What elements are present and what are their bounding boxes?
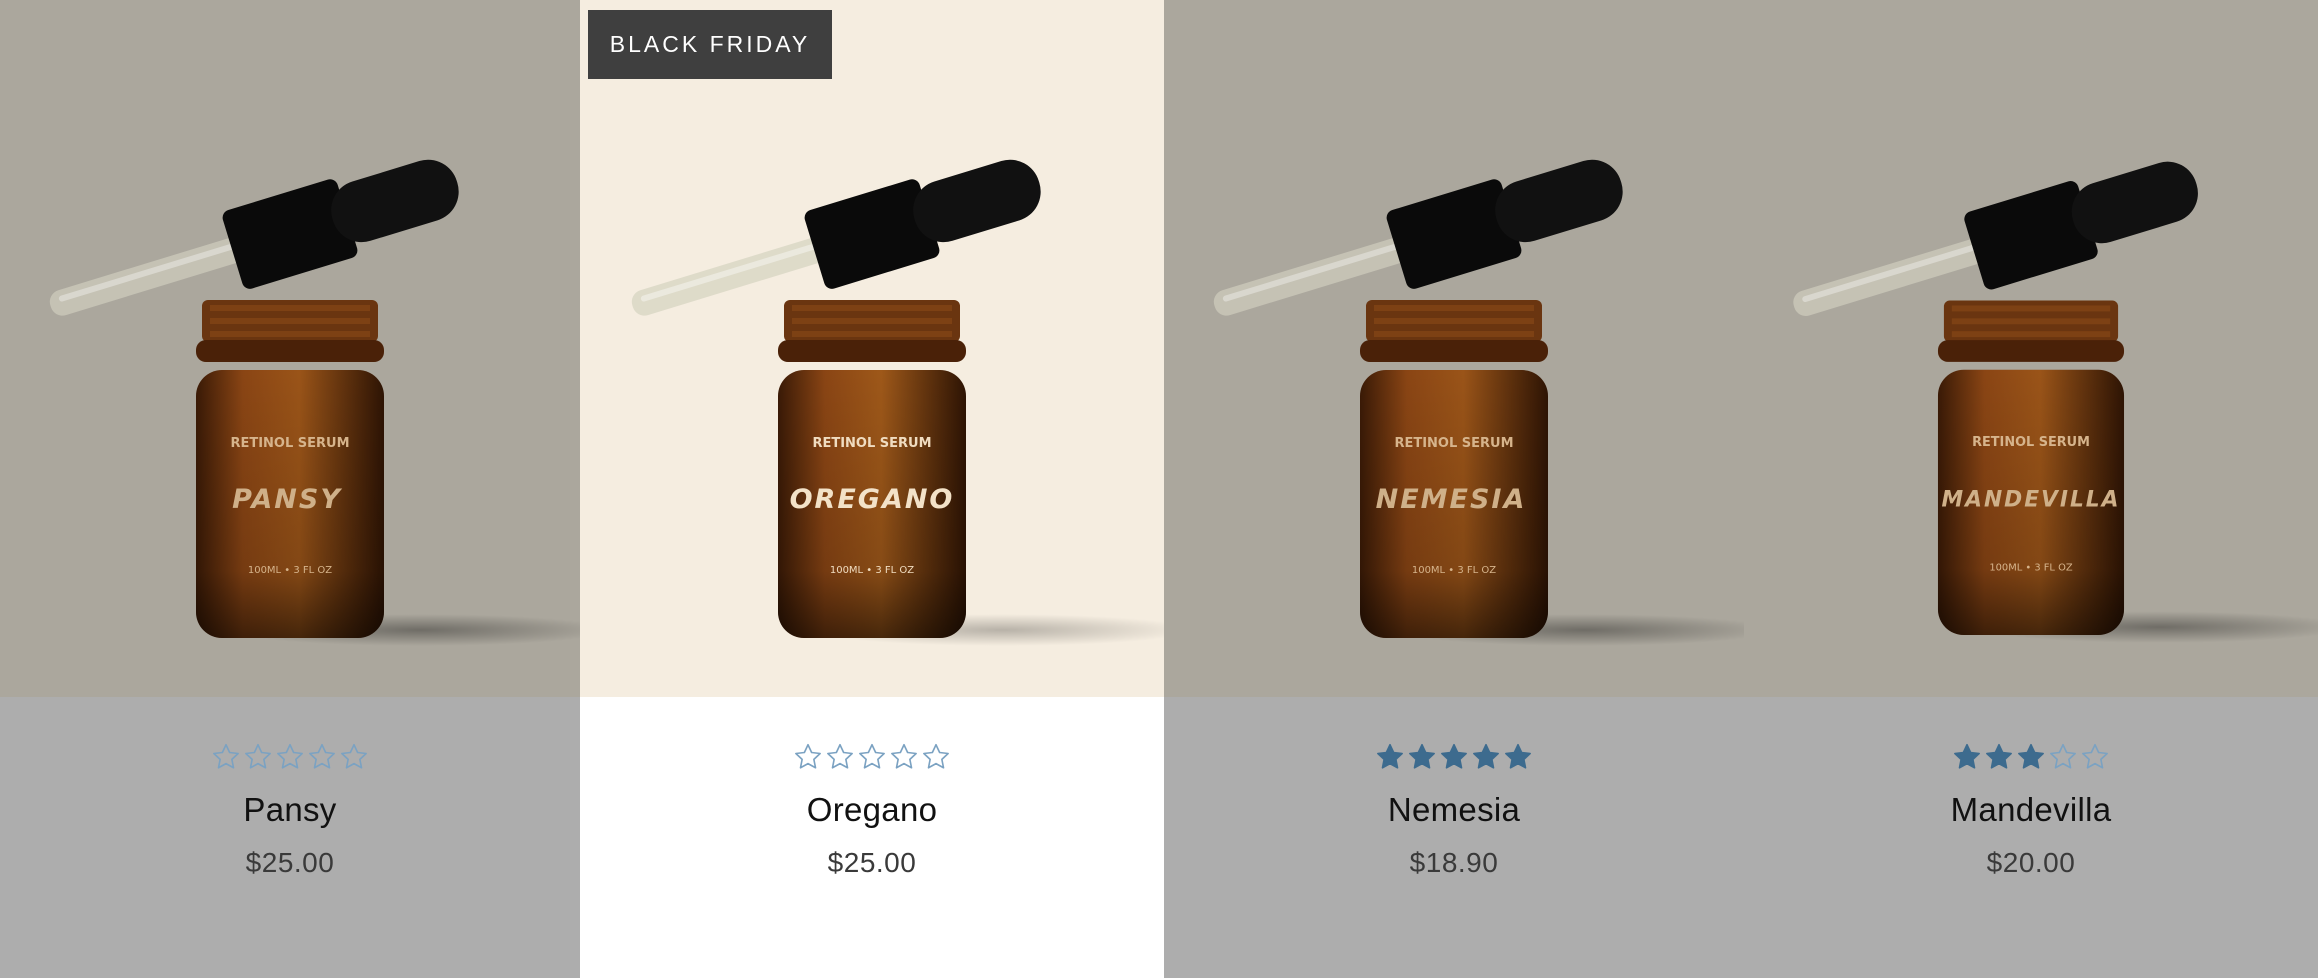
rating-stars[interactable] <box>1952 741 2110 773</box>
star-empty-icon <box>309 743 335 769</box>
star-filled-icon <box>1377 743 1403 769</box>
product-name[interactable]: Nemesia <box>1388 791 1520 829</box>
serum-bottle-image: RETINOL SERUM OREGANO 100ML • 3 FL OZ <box>631 159 1164 646</box>
star-empty-icon <box>891 743 917 769</box>
star-empty-icon <box>2050 743 2076 769</box>
bottle-label-name: NEMESIA <box>1376 484 1527 515</box>
rating-stars[interactable] <box>1375 741 1533 773</box>
product-image[interactable]: RETINOL SERUM PANSY 100ML • 3 FL OZ <box>0 0 580 697</box>
star-empty-icon <box>341 743 367 769</box>
product-price: $25.00 <box>827 847 917 878</box>
serum-bottle-image: RETINOL SERUM MANDEVILLA 100ML • 3 FL OZ <box>1793 161 2318 643</box>
star-empty-icon <box>2082 743 2108 769</box>
black-friday-badge: BLACK FRIDAY <box>588 10 832 79</box>
product-info: Mandevilla $20.00 <box>1744 697 2318 978</box>
rating-stars[interactable] <box>211 741 369 773</box>
bottle-label-line1: RETINOL SERUM <box>1394 436 1513 451</box>
star-filled-icon <box>1505 743 1531 769</box>
star-filled-icon <box>1473 743 1499 769</box>
star-empty-icon <box>827 743 853 769</box>
product-name[interactable]: Oregano <box>807 791 938 829</box>
product-price: $18.90 <box>1409 847 1499 878</box>
star-filled-icon <box>1409 743 1435 769</box>
product-image[interactable]: RETINOL SERUM NEMESIA 100ML • 3 FL OZ <box>1164 0 1744 697</box>
bottle-label-name: OREGANO <box>790 484 955 515</box>
bottle-label-volume: 100ML • 3 FL OZ <box>1412 565 1496 576</box>
star-empty-icon <box>795 743 821 769</box>
product-card-pansy[interactable]: RETINOL SERUM PANSY 100ML • 3 FL OZ Pans… <box>0 0 580 978</box>
product-name[interactable]: Mandevilla <box>1951 791 2112 829</box>
star-empty-icon <box>923 743 949 769</box>
serum-bottle-image: RETINOL SERUM PANSY 100ML • 3 FL OZ <box>49 159 580 646</box>
star-filled-icon <box>1441 743 1467 769</box>
star-empty-icon <box>277 743 303 769</box>
product-price: $20.00 <box>1986 847 2076 878</box>
product-name[interactable]: Pansy <box>243 791 336 829</box>
bottle-label-line1: RETINOL SERUM <box>1972 435 2090 450</box>
product-card-mandevilla[interactable]: RETINOL SERUM MANDEVILLA 100ML • 3 FL OZ… <box>1744 0 2318 978</box>
star-empty-icon <box>213 743 239 769</box>
star-filled-icon <box>2018 743 2044 769</box>
product-image[interactable]: RETINOL SERUM OREGANO 100ML • 3 FL OZ <box>580 0 1164 697</box>
product-price: $25.00 <box>245 847 335 878</box>
product-info: Pansy $25.00 <box>0 697 580 978</box>
bottle-label-line1: RETINOL SERUM <box>812 436 931 451</box>
product-grid: RETINOL SERUM PANSY 100ML • 3 FL OZ Pans… <box>0 0 2318 978</box>
product-info: Nemesia $18.90 <box>1164 697 1744 978</box>
serum-bottle-image: RETINOL SERUM NEMESIA 100ML • 3 FL OZ <box>1213 159 1744 646</box>
product-info: Oregano $25.00 <box>580 697 1164 978</box>
bottle-label-volume: 100ML • 3 FL OZ <box>1989 563 2072 574</box>
product-card-nemesia[interactable]: RETINOL SERUM NEMESIA 100ML • 3 FL OZ Ne… <box>1164 0 1744 978</box>
rating-stars[interactable] <box>793 741 951 773</box>
star-empty-icon <box>859 743 885 769</box>
star-empty-icon <box>245 743 271 769</box>
product-card-oregano[interactable]: BLACK FRIDAY RETINOL SERUM OREGANO 100ML… <box>580 0 1164 978</box>
star-filled-icon <box>1986 743 2012 769</box>
bottle-label-name: PANSY <box>232 484 342 515</box>
product-image[interactable]: RETINOL SERUM MANDEVILLA 100ML • 3 FL OZ <box>1744 0 2318 697</box>
bottle-label-name: MANDEVILLA <box>1942 487 2121 512</box>
bottle-label-line1: RETINOL SERUM <box>230 436 349 451</box>
bottle-label-volume: 100ML • 3 FL OZ <box>248 565 332 576</box>
bottle-label-volume: 100ML • 3 FL OZ <box>830 565 914 576</box>
star-filled-icon <box>1954 743 1980 769</box>
